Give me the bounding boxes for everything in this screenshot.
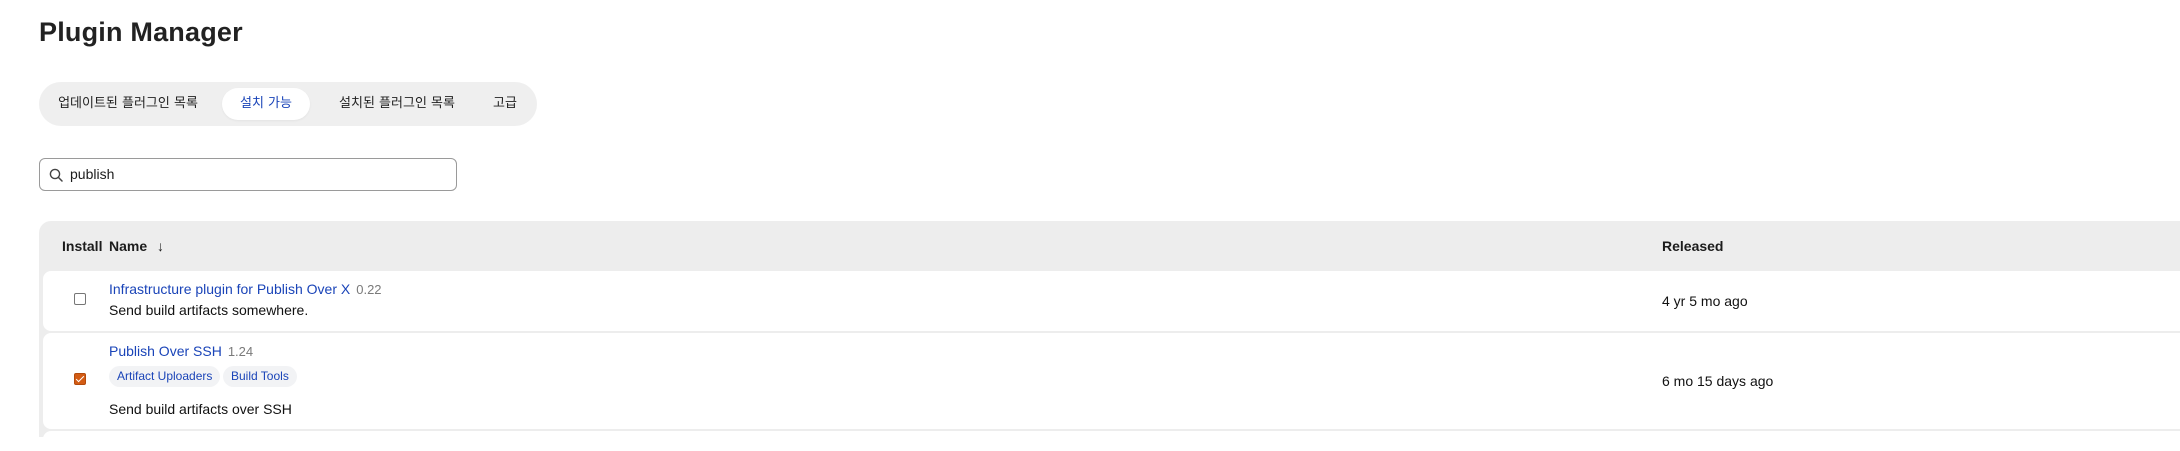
tab-available[interactable]: 설치 가능 [222, 88, 310, 120]
column-header-install: Install [62, 238, 103, 254]
install-checkbox[interactable] [74, 293, 86, 305]
tab-updates[interactable]: 업데이트된 플러그인 목록 [46, 88, 210, 120]
plugin-title: Infrastructure plugin for Publish Over X… [109, 281, 382, 299]
plugin-version: 1.24 [227, 344, 254, 359]
tab-advanced[interactable]: 고급 [480, 88, 530, 120]
column-header-released: Released [1662, 238, 1724, 254]
plugins-table: Install Name ↓ Released Infrastructure p… [39, 221, 2180, 451]
search-input[interactable] [70, 161, 450, 187]
plugin-title: Publish Over SSH 1.24 [109, 343, 253, 361]
released-date: 6 mo 15 days ago [1662, 373, 1774, 389]
column-header-name-label: Name [109, 238, 148, 254]
tab-bar: 업데이트된 플러그인 목록 설치 가능 설치된 플러그인 목록 고급 [39, 82, 537, 126]
plugin-version: 0.22 [356, 282, 382, 297]
category-tag[interactable]: Artifact Uploaders [109, 366, 221, 387]
column-header-name[interactable]: Name ↓ [109, 238, 164, 254]
released-date: 4 yr 5 mo ago [1662, 293, 1748, 309]
search-icon [49, 168, 63, 182]
table-row [43, 431, 2180, 451]
sort-descending-icon: ↓ [157, 238, 165, 254]
install-checkbox-checked[interactable] [74, 373, 86, 385]
plugin-description: Send build artifacts over SSH [109, 401, 292, 417]
table-row: Infrastructure plugin for Publish Over X… [43, 271, 2180, 331]
tab-installed[interactable]: 설치된 플러그인 목록 [322, 88, 472, 120]
search-field[interactable] [39, 158, 457, 191]
table-row: Publish Over SSH 1.24 Artifact Uploaders … [43, 333, 2180, 429]
plugin-description: Send build artifacts somewhere. [109, 302, 309, 318]
page-title: Plugin Manager [39, 17, 243, 47]
category-tag[interactable]: Build Tools [223, 366, 297, 387]
plugin-name-link[interactable]: Infrastructure plugin for Publish Over X [109, 281, 350, 297]
plugin-name-link[interactable]: Publish Over SSH [109, 343, 222, 359]
